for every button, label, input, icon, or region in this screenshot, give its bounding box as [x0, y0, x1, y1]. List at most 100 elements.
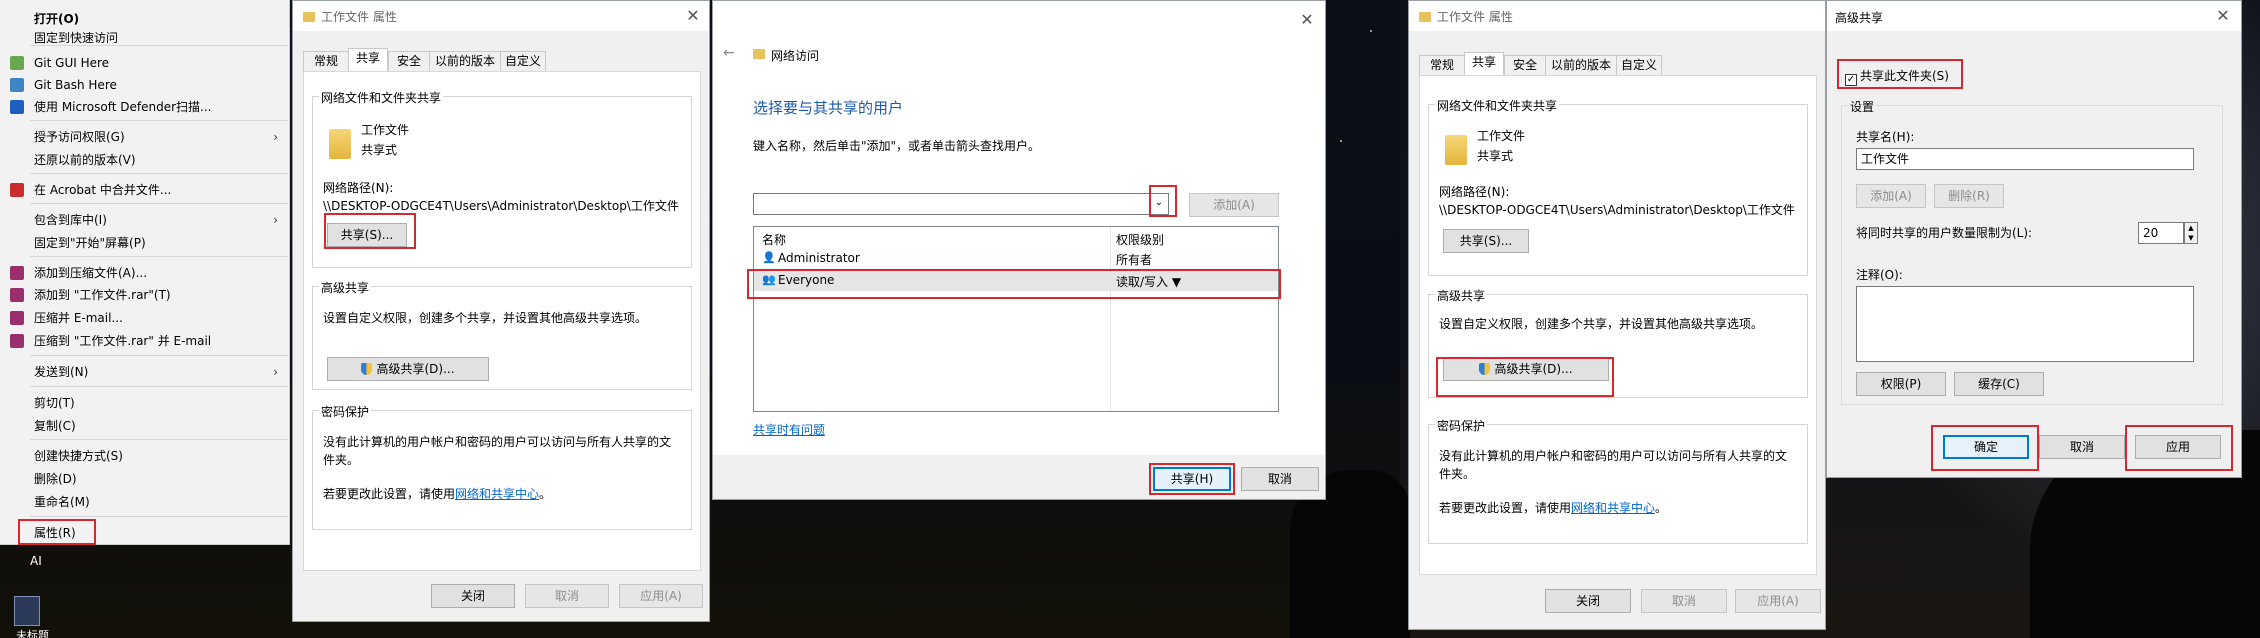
- menu-item[interactable]: 重命名(M): [0, 491, 290, 513]
- tab-sharing[interactable]: 共享: [1464, 52, 1504, 75]
- menu-item-label: 固定到快速访问: [34, 31, 119, 45]
- menu-item[interactable]: 添加到压缩文件(A)...: [0, 262, 290, 284]
- menu-item-label: 固定到"开始"屏幕(P): [34, 236, 146, 250]
- menu-item[interactable]: 包含到库中(I) ›: [0, 209, 290, 231]
- share-state: 共享式: [361, 143, 398, 157]
- add-share-button[interactable]: 添加(A): [1856, 184, 1926, 208]
- dialog-title: 网络访问: [771, 49, 820, 63]
- comment-textarea[interactable]: [1856, 286, 2194, 362]
- tab-customize[interactable]: 自定义: [500, 51, 546, 71]
- menu-separator: [30, 45, 288, 46]
- hint-text: 若要更改此设置，请使用: [1439, 501, 1572, 515]
- share-button[interactable]: 共享(S)...: [1443, 229, 1529, 253]
- winrar-icon: [10, 334, 24, 348]
- cancel-button[interactable]: 取消: [2039, 435, 2125, 459]
- tab-general[interactable]: 常规: [1419, 55, 1465, 75]
- highlight-dropdown: [1149, 185, 1177, 217]
- menu-item-label: 重命名(M): [34, 495, 90, 509]
- user-limit-spinner[interactable]: ▲ ▼: [2184, 222, 2198, 244]
- cancel-button[interactable]: 取消: [525, 584, 609, 608]
- menu-item[interactable]: 添加到 "工作文件.rar"(T): [0, 284, 290, 306]
- tab-general[interactable]: 常规: [303, 51, 349, 71]
- apply-button[interactable]: 应用(A): [1735, 589, 1821, 613]
- tab-previous-versions[interactable]: 以前的版本: [429, 51, 501, 71]
- permission-level: 所有者: [1116, 253, 1153, 267]
- winrar-icon: [10, 288, 24, 302]
- menu-item[interactable]: 剪切(T): [0, 392, 290, 414]
- menu-item[interactable]: 使用 Microsoft Defender扫描...: [0, 96, 290, 118]
- tab-security[interactable]: 安全: [1504, 55, 1546, 75]
- menu-item-label: 压缩并 E-mail...: [34, 311, 123, 325]
- winrar-icon: [10, 266, 24, 280]
- shield-icon: [361, 363, 373, 375]
- cancel-button[interactable]: 取消: [1641, 589, 1727, 613]
- apply-button[interactable]: 应用(A): [619, 584, 703, 608]
- tab-sharing[interactable]: 共享: [348, 48, 388, 71]
- menu-item[interactable]: 打开(O): [0, 8, 290, 30]
- desktop-label-ai[interactable]: AI: [30, 554, 42, 568]
- desktop-file-icon[interactable]: [14, 596, 40, 626]
- close-icon[interactable]: ✕: [1295, 9, 1319, 31]
- add-button[interactable]: 添加(A): [1189, 193, 1279, 217]
- git-bash-icon: [10, 78, 24, 92]
- cancel-button[interactable]: 取消: [1241, 467, 1319, 491]
- network-path-value: \\DESKTOP-ODGCE4T\Users\Administrator\De…: [1439, 203, 1795, 217]
- folder-icon: [329, 129, 351, 159]
- acrobat-icon: [10, 183, 24, 197]
- menu-item[interactable]: 删除(D): [0, 468, 290, 490]
- menu-separator: [30, 355, 288, 356]
- desktop-label-file[interactable]: 未标题: [16, 627, 49, 638]
- menu-item[interactable]: 创建快捷方式(S): [0, 445, 290, 467]
- column-header-permission[interactable]: 权限级别: [1116, 231, 1164, 248]
- remove-share-button[interactable]: 删除(R): [1934, 184, 2004, 208]
- user-limit-input[interactable]: 20: [2138, 222, 2184, 244]
- menu-item[interactable]: 复制(C): [0, 415, 290, 437]
- tab-customize[interactable]: 自定义: [1616, 55, 1662, 75]
- highlight-share-confirm: [1149, 463, 1235, 495]
- menu-item[interactable]: 发送到(N) ›: [0, 361, 290, 383]
- menu-item[interactable]: 压缩到 "工作文件.rar" 并 E-mail: [0, 330, 290, 352]
- column-header-name[interactable]: 名称: [762, 231, 786, 248]
- user-name-input[interactable]: [753, 193, 1169, 215]
- network-sharing-center-link[interactable]: 网络和共享中心: [1571, 501, 1655, 515]
- password-description: 没有此计算机的用户帐户和密码的用户可以访问与所有人共享的文: [1439, 449, 1788, 463]
- advanced-share-button[interactable]: 高级共享(D)...: [327, 357, 489, 381]
- user-name: Administrator: [778, 251, 860, 265]
- menu-separator: [30, 120, 288, 121]
- close-icon[interactable]: ✕: [2211, 5, 2235, 27]
- menu-separator: [30, 516, 288, 517]
- network-access-dialog: ✕ ← 网络访问 选择要与其共享的用户 键入名称，然后单击"添加"，或者单击箭头…: [712, 0, 1326, 500]
- menu-item[interactable]: 压缩并 E-mail...: [0, 307, 290, 329]
- table-row[interactable]: 👤 Administrator 所有者: [754, 249, 1278, 269]
- menu-item[interactable]: 还原以前的版本(V): [0, 149, 290, 171]
- group-label: 密码保护: [1435, 417, 1488, 434]
- menu-item[interactable]: 固定到"开始"屏幕(P): [0, 232, 290, 254]
- advanced-description: 设置自定义权限，创建多个共享，并设置其他高级共享选项。: [1439, 317, 1764, 331]
- menu-item[interactable]: Git Bash Here: [0, 74, 290, 96]
- close-button[interactable]: 关闭: [1545, 589, 1631, 613]
- network-path-value: \\DESKTOP-ODGCE4T\Users\Administrator\De…: [323, 199, 679, 213]
- close-icon[interactable]: ✕: [681, 5, 705, 27]
- group-label: 高级共享: [1435, 287, 1488, 304]
- properties-dialog: 工作文件 属性 ✕ 常规 共享 安全 以前的版本 自定义 网络文件和文件夹共享 …: [292, 0, 710, 622]
- back-arrow-icon[interactable]: ←: [723, 45, 735, 61]
- hint-text: 若要更改此设置，请使用: [323, 487, 456, 501]
- close-button[interactable]: 关闭: [431, 584, 515, 608]
- permissions-button[interactable]: 权限(P): [1856, 372, 1946, 396]
- password-change-hint: 若要更改此设置，请使用网络和共享中心。: [1439, 499, 1667, 516]
- tab-previous-versions[interactable]: 以前的版本: [1545, 55, 1617, 75]
- menu-item[interactable]: 在 Acrobat 中合并文件...: [0, 179, 290, 201]
- share-trouble-link[interactable]: 共享时有问题: [753, 421, 825, 438]
- menu-item[interactable]: Git GUI Here: [0, 52, 290, 74]
- network-sharing-center-link[interactable]: 网络和共享中心: [455, 487, 539, 501]
- dialog-title: 工作文件 属性: [1437, 10, 1513, 24]
- menu-separator: [30, 256, 288, 257]
- menu-item-label: 添加到 "工作文件.rar"(T): [34, 288, 171, 302]
- caching-button[interactable]: 缓存(C): [1954, 372, 2044, 396]
- properties-dialog-second: 工作文件 属性 常规 共享 安全 以前的版本 自定义 网络文件和文件夹共享 工作…: [1408, 0, 1826, 630]
- highlight-share-checkbox: [1837, 59, 1963, 89]
- share-name-input[interactable]: 工作文件: [1856, 148, 2194, 170]
- menu-item[interactable]: 授予访问权限(G) ›: [0, 126, 290, 148]
- menu-item-label: 包含到库中(I): [34, 213, 107, 227]
- tab-security[interactable]: 安全: [388, 51, 430, 71]
